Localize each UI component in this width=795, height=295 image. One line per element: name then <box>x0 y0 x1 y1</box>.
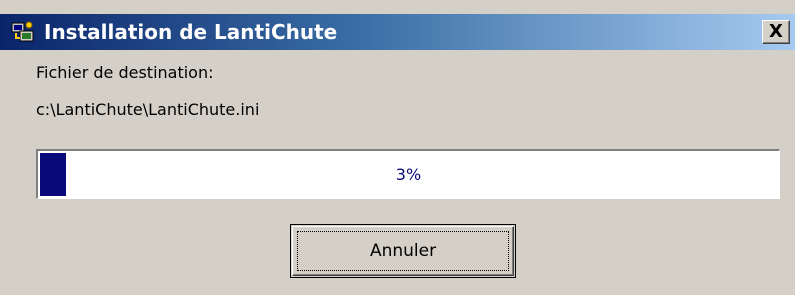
installer-icon <box>10 19 36 45</box>
cancel-button[interactable]: Annuler <box>290 224 516 278</box>
progress-bar: 3% <box>36 149 780 199</box>
close-icon: X <box>769 21 783 42</box>
window-title: Installation de LantiChute <box>44 20 338 44</box>
progress-percent: 3% <box>395 165 422 184</box>
destination-label: Fichier de destination: <box>36 63 214 82</box>
cancel-button-label: Annuler <box>369 241 437 261</box>
title-bar[interactable]: Installation de LantiChute X <box>0 14 795 50</box>
installer-dialog: Installation de LantiChute X Fichier de … <box>0 0 795 295</box>
destination-path: c:\LantiChute\LantiChute.ini <box>36 100 260 119</box>
close-button[interactable]: X <box>762 20 790 44</box>
